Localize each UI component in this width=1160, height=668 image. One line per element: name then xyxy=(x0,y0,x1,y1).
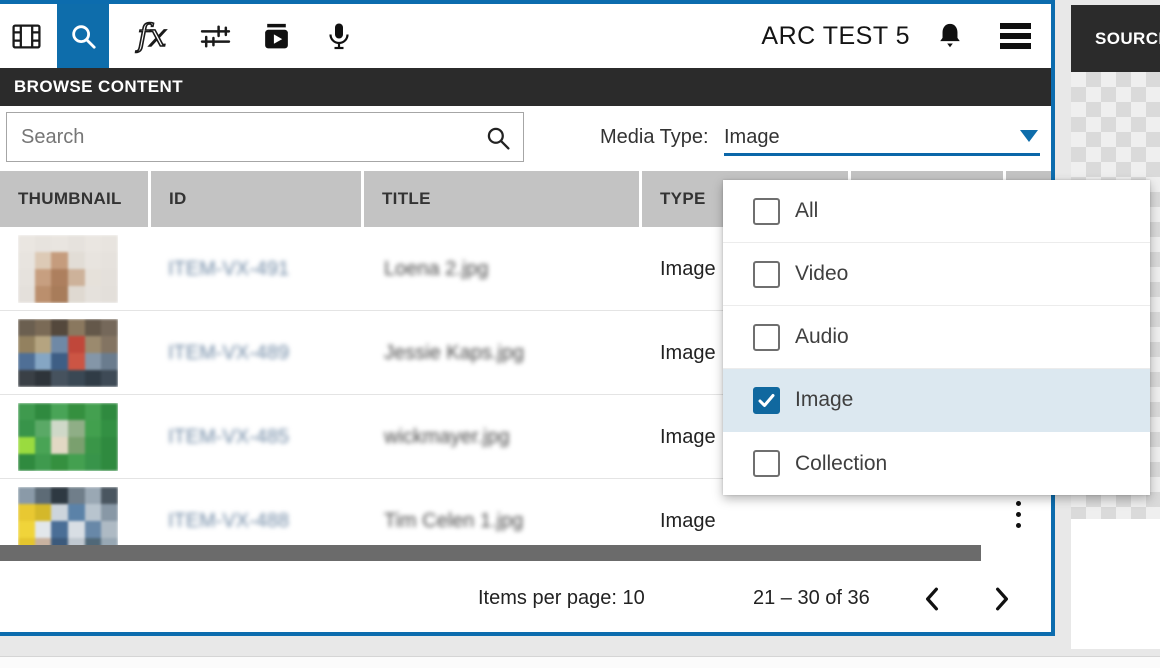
horizontal-scrollbar xyxy=(0,545,1051,561)
items-per-page-value[interactable]: 10 xyxy=(623,587,645,609)
source-panel-header: SOURCE xyxy=(1071,5,1160,72)
search-input[interactable] xyxy=(7,113,491,161)
dropdown-option-all[interactable]: All xyxy=(723,180,1150,243)
chevron-down-icon[interactable] xyxy=(1020,130,1038,142)
search-tab-active[interactable] xyxy=(57,4,109,68)
source-panel-title: SOURCE xyxy=(1095,29,1160,49)
browse-content-header: BROWSE CONTENT xyxy=(0,68,1051,106)
previous-page-icon[interactable] xyxy=(918,585,946,613)
horizontal-scrollbar-thumb[interactable] xyxy=(0,545,981,561)
menu-hamburger-icon[interactable] xyxy=(992,4,1038,68)
media-type-value[interactable]: Image xyxy=(724,122,780,152)
dropdown-option-video[interactable]: Video xyxy=(723,243,1150,306)
thumbnail[interactable] xyxy=(18,319,118,387)
pagination-range: 21 – 30 of 36 xyxy=(753,561,870,632)
microphone-icon[interactable] xyxy=(313,4,365,68)
item-title: wickmayer.jpg xyxy=(384,395,510,479)
search-box xyxy=(6,112,524,162)
item-id-link[interactable]: ITEM-VX-489 xyxy=(168,311,289,395)
bottom-panel-edge xyxy=(0,656,1160,668)
item-title: Jessie Kaps.jpg xyxy=(384,311,524,395)
app-title: ARC TEST 5 xyxy=(700,4,910,68)
column-header-title: TITLE xyxy=(364,171,639,227)
option-label: Image xyxy=(795,388,853,412)
checkbox[interactable] xyxy=(753,261,780,288)
dropdown-option-image[interactable]: Image xyxy=(723,369,1150,432)
items-per-page[interactable]: Items per page: 10 xyxy=(478,561,645,632)
video-library-icon[interactable] xyxy=(250,4,302,68)
option-label: Audio xyxy=(795,325,849,349)
page: fx xyxy=(0,0,1160,668)
dropdown-option-collection[interactable]: Collection xyxy=(723,432,1150,495)
top-toolbar: fx xyxy=(0,4,1051,68)
check-icon xyxy=(757,391,776,410)
column-header-id: ID xyxy=(151,171,361,227)
notifications-bell-icon[interactable] xyxy=(928,4,972,68)
media-type-underline xyxy=(724,153,1040,156)
checkbox[interactable] xyxy=(753,324,780,351)
item-type: Image xyxy=(660,311,716,395)
pagination-bar: Items per page: 10 21 – 30 of 36 xyxy=(0,561,1051,632)
item-title: Loena 2.jpg xyxy=(384,227,489,311)
dropdown-option-audio[interactable]: Audio xyxy=(723,306,1150,369)
item-id-link[interactable]: ITEM-VX-485 xyxy=(168,395,289,479)
option-label: Video xyxy=(795,262,848,286)
search-icon xyxy=(69,22,97,50)
option-label: All xyxy=(795,199,818,223)
fx-glyph: fx xyxy=(138,21,167,52)
media-type-dropdown: All Video Audio Image Collection xyxy=(723,180,1150,495)
tune-sliders-icon[interactable] xyxy=(189,4,241,68)
browse-content-title: BROWSE CONTENT xyxy=(14,77,183,97)
film-strip-icon[interactable] xyxy=(0,4,52,68)
thumbnail[interactable] xyxy=(18,403,118,471)
search-submit-icon[interactable] xyxy=(485,125,511,151)
row-kebab-menu-icon[interactable] xyxy=(1010,501,1026,541)
option-label: Collection xyxy=(795,452,887,476)
item-type: Image xyxy=(660,227,716,311)
checkbox[interactable] xyxy=(753,198,780,225)
next-page-icon[interactable] xyxy=(988,585,1016,613)
item-id-link[interactable]: ITEM-VX-491 xyxy=(168,227,289,311)
items-per-page-label: Items per page: xyxy=(478,587,617,609)
checkbox-checked[interactable] xyxy=(753,387,780,414)
item-type: Image xyxy=(660,395,716,479)
checkbox[interactable] xyxy=(753,450,780,477)
thumbnail[interactable] xyxy=(18,235,118,303)
media-type-label: Media Type: xyxy=(600,122,709,152)
column-header-thumbnail: THUMBNAIL xyxy=(0,171,148,227)
fx-effects-icon[interactable]: fx xyxy=(126,4,178,68)
